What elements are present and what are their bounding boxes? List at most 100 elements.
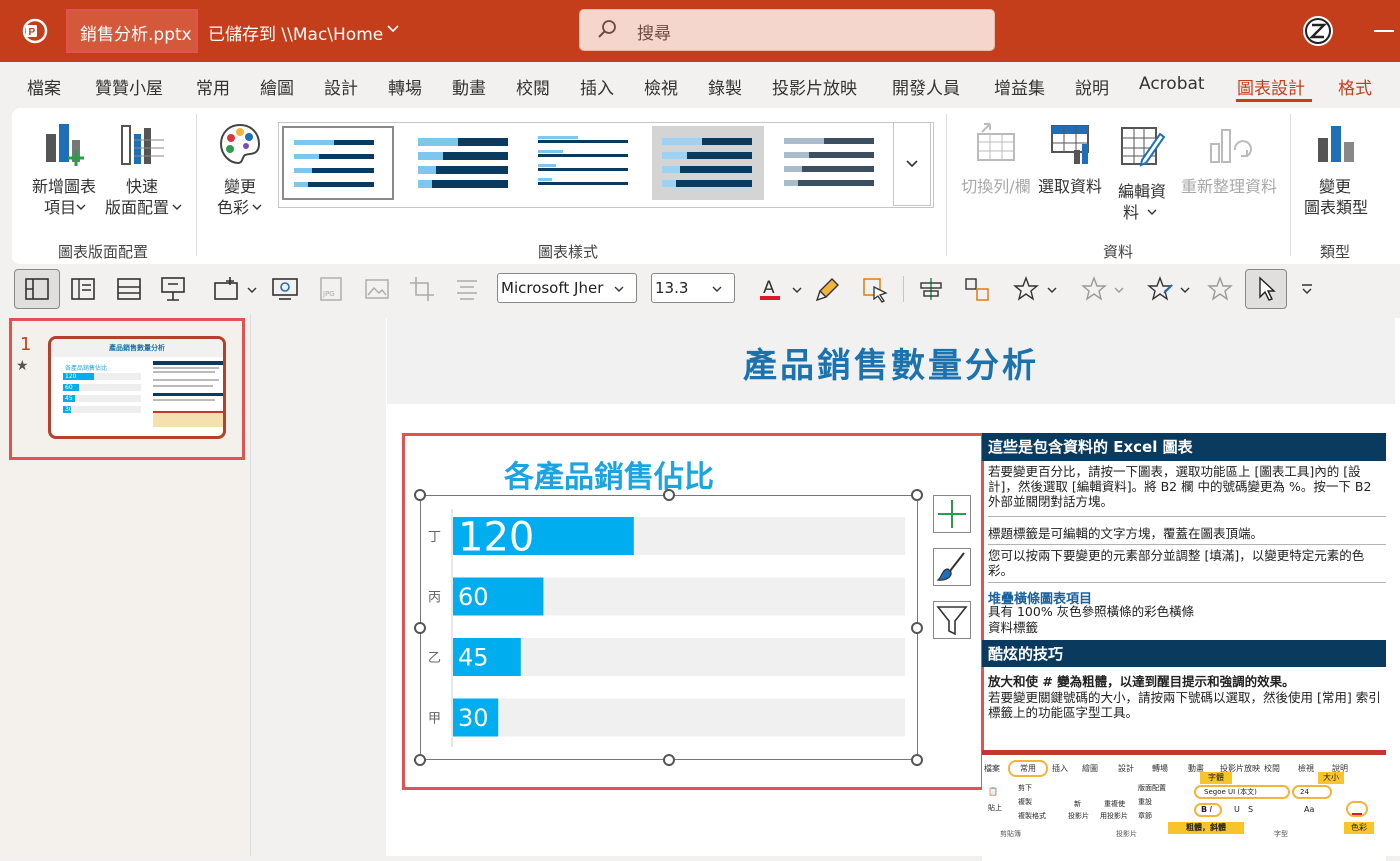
select-data-label[interactable]: 選取資料 [1034,176,1106,197]
document-filename[interactable]: 銷售分析.pptx [80,20,192,45]
refresh-data-icon[interactable] [1207,122,1253,168]
chevron-down-icon[interactable] [252,203,262,211]
shape-select-icon[interactable] [860,275,890,303]
tab-chart-design[interactable]: 圖表設計 [1237,74,1305,99]
bar-chart[interactable]: 120 丁 60 丙 45 乙 30 甲 [420,495,918,760]
tab-slideshow[interactable]: 投影片放映 [772,74,857,99]
info-paragraph-1[interactable]: 若要變更百分比，請按一下圖表，選取功能區上 [圖表工具]內的 [設計]，然後選取… [988,464,1386,509]
info-header-excel[interactable]: 這些是包含資料的 Excel 圖表 [982,433,1386,461]
tab-format[interactable]: 格式 [1338,74,1372,99]
format-painter-icon[interactable] [814,275,844,303]
tab-view[interactable]: 檢視 [644,74,678,99]
presenter-icon[interactable] [158,275,188,303]
info-paragraph-4b[interactable]: 資料標籤 [988,620,1386,635]
tab-draw[interactable]: 繪圖 [260,74,294,99]
quick-layout-icon[interactable] [120,124,166,166]
jpg-icon[interactable]: JPG [316,275,346,303]
chart-style-3[interactable] [528,126,640,200]
chevron-down-icon[interactable] [1114,286,1124,294]
tab-design[interactable]: 設計 [324,74,358,99]
info-paragraph-3[interactable]: 您可以按兩下要變更的元素部分並調整 [填滿]，以變更特定元素的色彩。 [988,548,1386,578]
new-slide-icon[interactable] [212,275,242,303]
info-header-tips[interactable]: 酷炫的技巧 [982,640,1386,667]
toolbar-overflow-icon[interactable] [1300,283,1314,295]
star-effect-icon[interactable] [1080,275,1110,303]
minimize-button[interactable] [1374,30,1394,32]
chevron-down-icon[interactable] [172,203,182,211]
tab-addins[interactable]: 增益集 [994,74,1045,99]
resize-handle-top-left[interactable] [414,489,426,501]
account-avatar-icon[interactable] [1302,15,1334,47]
outline-view-icon[interactable] [68,275,98,303]
crop-icon[interactable] [408,275,438,303]
chart-title[interactable]: 各產品銷售佔比 [402,452,816,496]
quick-layout-label-2[interactable]: 版面配置 [100,197,174,218]
chevron-down-icon[interactable] [1180,286,1190,294]
tab-transitions[interactable]: 轉場 [388,74,422,99]
chevron-down-icon[interactable] [386,22,400,36]
align-icon[interactable] [452,275,482,303]
group-objects-icon[interactable] [962,275,992,303]
info-paragraph-2[interactable]: 標題標籤是可編輯的文字方塊，覆蓋在圖表頂端。 [988,526,1386,541]
star-exit-icon[interactable] [1206,275,1236,303]
tab-home[interactable]: 常用 [196,74,230,99]
change-colors-label-2[interactable]: 色彩 [208,197,258,218]
chevron-down-icon[interactable] [792,286,802,294]
slide-thumbnail-1[interactable]: 產品銷售數量分析 各產品銷售佔比 120 60 45 30 [48,336,226,439]
edit-data-icon[interactable] [1120,122,1166,170]
info-paragraph-5[interactable]: 放大和使 # 變為粗體，以達到醒目提示和強調的效果。 [988,674,1386,689]
add-chart-element-icon[interactable] [42,122,90,168]
resize-handle-bottom-right[interactable] [911,754,923,766]
font-color-icon[interactable]: A [756,275,786,303]
switch-row-column-label[interactable]: 切換列/欄 [958,176,1034,197]
chart-styles-button[interactable] [933,548,971,586]
tab-help[interactable]: 說明 [1075,74,1109,99]
change-chart-type-icon[interactable] [1314,122,1358,166]
chevron-down-icon[interactable] [1047,286,1057,294]
chart-data-label[interactable]: 60 [458,583,489,611]
tab-file[interactable]: 檔案 [27,74,61,99]
switch-row-column-icon[interactable] [974,122,1018,164]
select-data-icon[interactable] [1050,124,1094,166]
chart-data-label[interactable]: 30 [458,704,489,732]
search-input[interactable]: 搜尋 [637,19,671,44]
save-status[interactable]: 已儲存到 \\Mac\Home [208,20,383,45]
tab-animations[interactable]: 動畫 [452,74,486,99]
chevron-down-icon[interactable] [76,203,86,211]
slide-sorter-icon[interactable] [114,275,144,303]
tab-record[interactable]: 錄製 [708,74,742,99]
chart-data-label[interactable]: 45 [458,644,489,672]
tab-zanzan[interactable]: 贊贊小屋 [95,74,163,99]
star-emphasis-icon[interactable] [1146,275,1176,303]
chart-data-label[interactable]: 120 [458,514,534,560]
screen-picture-icon[interactable] [270,275,300,303]
chart-style-4[interactable] [652,126,764,200]
quick-layout-label[interactable]: 快速 [102,176,182,197]
resize-handle-top-right[interactable] [911,489,923,501]
tab-review[interactable]: 校閱 [516,74,550,99]
change-colors-label[interactable]: 變更 [210,176,270,197]
info-paragraph-4a[interactable]: 具有 100% 灰色參照橫條的彩色橫條 [988,604,1386,619]
gallery-more-button[interactable] [893,122,931,206]
slide-title[interactable]: 產品銷售數量分析 [387,338,1395,387]
resize-handle-top[interactable] [663,489,675,501]
tab-acrobat[interactable]: Acrobat [1139,74,1205,94]
tab-insert[interactable]: 插入 [580,74,614,99]
edit-data-label-2[interactable]: 料 [1116,202,1146,223]
change-chart-type-label-2[interactable]: 圖表類型 [1300,197,1372,218]
star-icon[interactable] [1012,275,1042,303]
tab-developer[interactable]: 開發人員 [892,74,960,99]
add-chart-element-label[interactable]: 新增圖表 [24,176,104,197]
change-chart-type-label[interactable]: 變更 [1300,176,1370,197]
resize-handle-bottom-left[interactable] [414,754,426,766]
chart-elements-button[interactable] [933,495,971,533]
resize-handle-bottom[interactable] [663,754,675,766]
chart-filters-button[interactable] [933,601,971,639]
resize-handle-left[interactable] [414,622,426,634]
chevron-down-icon[interactable] [1147,208,1157,216]
chart-style-2[interactable] [408,126,520,200]
chart-reference-bar[interactable] [453,698,905,737]
powerpoint-logo-icon[interactable]: P [20,16,50,46]
edit-data-label[interactable]: 編輯資 [1112,181,1172,202]
picture-icon[interactable] [362,275,392,303]
